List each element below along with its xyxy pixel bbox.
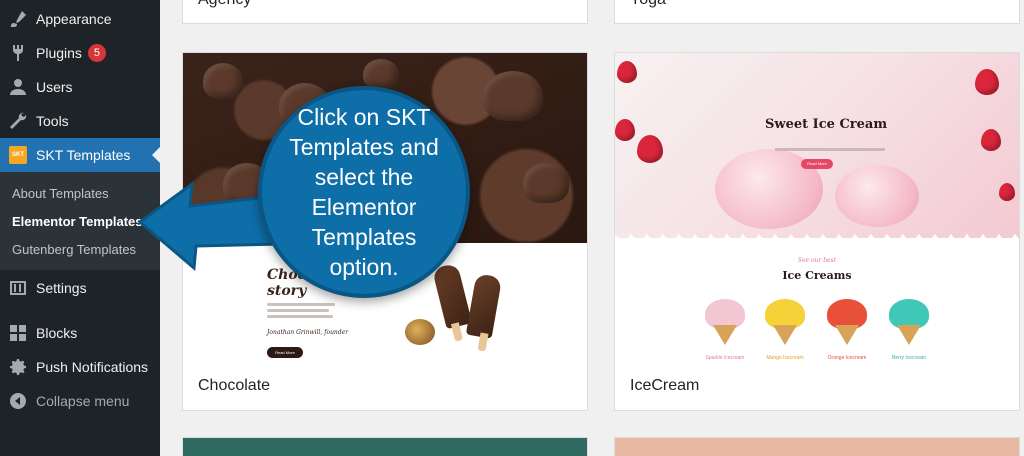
flavor-sparkle: Sparkle Icecream (703, 299, 747, 361)
flavor-mango: Mango Icecream (763, 299, 807, 361)
admin-sidebar: Appearance Plugins 5 Users Tools SKT SKT… (0, 0, 160, 456)
flavor-orange: Orange Icecream (825, 299, 869, 361)
preview-section-title: Ice Creams (782, 269, 852, 282)
collapse-arrow-icon (0, 391, 36, 411)
template-title: Agency (198, 0, 251, 9)
preview-read-more: Read More (801, 159, 833, 169)
template-card-yoga[interactable]: Yoga (614, 0, 1020, 24)
menu-settings[interactable]: Settings (0, 271, 160, 305)
menu-label: Plugins (36, 45, 82, 61)
preview-read-more: Read More (267, 347, 303, 358)
wrench-icon (0, 111, 36, 131)
template-title: IceCream (630, 377, 700, 394)
flavor-name: Mango Icecream (766, 355, 804, 361)
user-icon (0, 77, 36, 97)
template-card-next-1[interactable] (182, 437, 588, 456)
template-preview-image[interactable]: Sweet Ice Cream Read More See our best I… (615, 53, 1019, 361)
preview-signature: Jonathan Grinwill, founder (267, 329, 349, 336)
menu-push-notifications[interactable]: Push Notifications (0, 350, 160, 384)
paintbrush-icon (0, 9, 36, 29)
flavor-name: Orange Icecream (827, 355, 867, 361)
menu-label: Blocks (36, 325, 78, 341)
template-card-icecream[interactable]: Sweet Ice Cream Read More See our best I… (614, 52, 1020, 411)
skt-logo-icon: SKT (0, 146, 36, 164)
icecream-hero-image: Sweet Ice Cream Read More (615, 53, 1019, 238)
menu-label: Push Notifications (36, 359, 149, 375)
menu-appearance[interactable]: Appearance (0, 2, 160, 36)
plugin-icon (0, 43, 36, 63)
menu-users[interactable]: Users (0, 70, 160, 104)
menu-label: Settings (36, 280, 87, 296)
preview-heading: Sweet Ice Cream (765, 117, 888, 132)
settings-sliders-icon (0, 278, 36, 298)
template-title: Chocolate (198, 377, 271, 394)
preview-section-label: See our best (797, 257, 837, 264)
flavor-name: Berry Icecream (892, 355, 926, 361)
submenu-elementor-templates[interactable]: Elementor Templates (12, 214, 143, 229)
template-title: Yoga (630, 0, 666, 9)
submenu-about-templates[interactable]: About Templates (12, 186, 109, 201)
tutorial-callout: Click on SKT Templates and select the El… (258, 86, 470, 298)
menu-label: Appearance (36, 11, 112, 27)
gear-icon (0, 357, 36, 377)
collapse-menu[interactable]: Collapse menu (0, 384, 160, 418)
menu-label: Collapse menu (36, 393, 130, 409)
template-card-agency[interactable]: Agency (182, 0, 588, 24)
skt-submenu: About Templates Elementor Templates Gute… (0, 172, 160, 270)
skt-logo-text: SKT (12, 152, 24, 158)
menu-tools[interactable]: Tools (0, 104, 160, 138)
blocks-icon (0, 323, 36, 343)
submenu-gutenberg-templates[interactable]: Gutenberg Templates (12, 242, 136, 257)
menu-blocks[interactable]: Blocks (0, 316, 160, 350)
menu-plugins[interactable]: Plugins 5 (0, 36, 160, 70)
menu-label: SKT Templates (36, 147, 131, 163)
menu-label: Users (36, 79, 73, 95)
template-card-next-2[interactable] (614, 437, 1020, 456)
menu-label: Tools (36, 113, 69, 129)
menu-skt-templates[interactable]: SKT SKT Templates (0, 138, 160, 172)
flavor-name: Sparkle Icecream (705, 355, 745, 361)
flavor-berry: Berry Icecream (887, 299, 931, 361)
update-count-badge: 5 (87, 44, 106, 62)
